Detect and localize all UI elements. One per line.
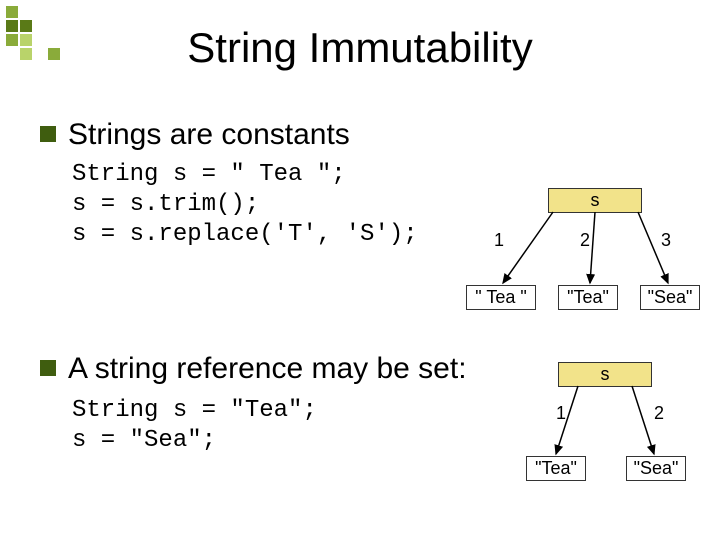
diagram-2-arrows [0,0,720,540]
value-box-sea-2: "Sea" [626,456,686,481]
value-box-tea-2: "Tea" [526,456,586,481]
